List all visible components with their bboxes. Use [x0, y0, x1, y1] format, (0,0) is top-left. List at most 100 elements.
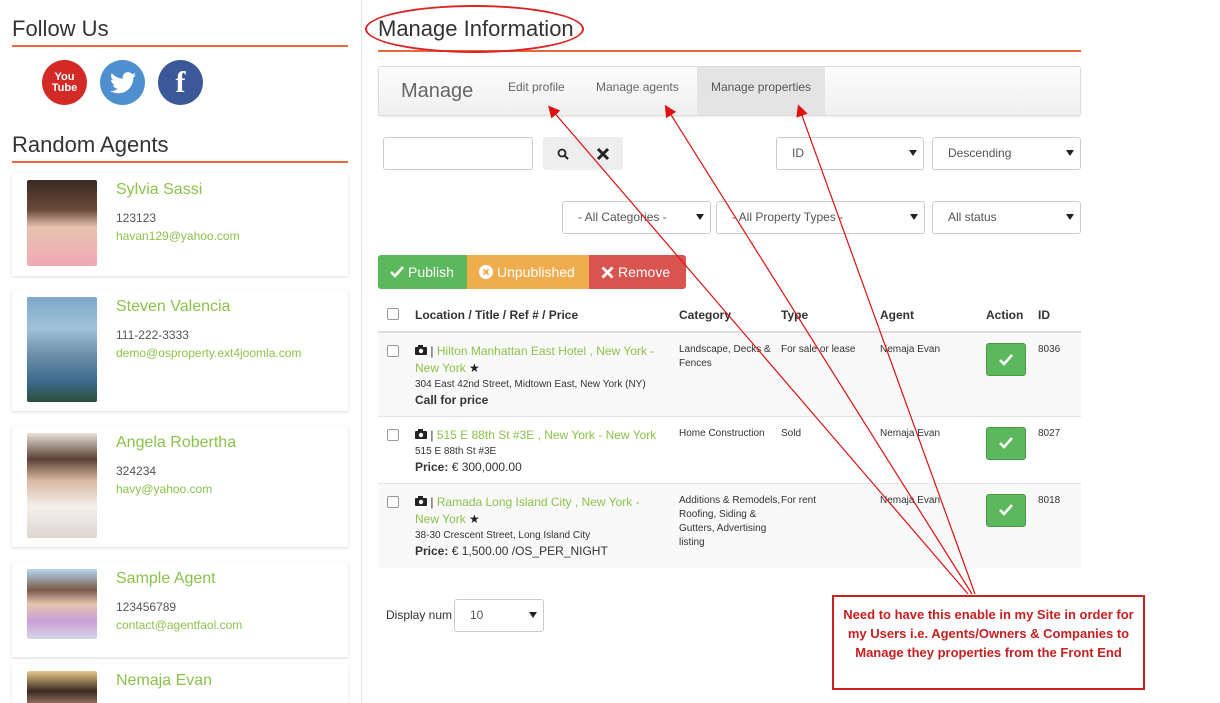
camera-icon — [415, 345, 427, 355]
agent-email[interactable]: havan129@yahoo.com — [116, 229, 240, 243]
property-type: For rent — [781, 482, 880, 568]
navbar-brand[interactable]: Manage — [401, 80, 473, 103]
agent-phone: 111-222-3333 — [116, 328, 189, 342]
manage-navbar: Manage Edit profile Manage agents Manage… — [378, 66, 1081, 116]
property-title-line1[interactable]: Ramada Long Island City , New York - — [437, 495, 640, 509]
property-price: Price: € 300,000.00 — [415, 460, 679, 474]
property-price: Price: € 1,500.00 /OS_PER_NIGHT — [415, 544, 679, 558]
agent-card[interactable]: Nemaja Evan — [12, 664, 348, 703]
tab-edit-profile[interactable]: Edit profile — [494, 67, 579, 115]
agent-card[interactable]: Angela Robertha 324234 havy@yahoo.com — [12, 426, 348, 547]
approve-button[interactable] — [986, 343, 1026, 376]
sort-order-value: Descending — [948, 146, 1012, 160]
bulk-actions: Publish Unpublished Remove — [378, 255, 686, 289]
title-separator: | — [430, 494, 434, 509]
property-address: 515 E 88th St #3E — [415, 445, 497, 457]
property-title-line2[interactable]: New York — [415, 361, 466, 375]
social-links: You Tube f — [42, 60, 203, 105]
camera-icon — [415, 428, 427, 439]
property-agent: Nemaja Evan — [880, 415, 986, 483]
search-icon[interactable] — [543, 137, 583, 170]
agent-card[interactable]: Sylvia Sassi 123123 havan129@yahoo.com — [12, 173, 348, 276]
row-checkbox[interactable] — [387, 428, 399, 441]
property-id: 8018 — [1038, 482, 1081, 568]
clear-icon[interactable] — [583, 137, 623, 170]
property-title[interactable]: | 515 E 88th St #3E , New York - New Yor… — [415, 427, 679, 444]
agent-email[interactable]: contact@agentfaol.com — [116, 618, 242, 632]
price-label: Call for price — [415, 393, 489, 407]
annotation-note: Need to have this enable in my Site in o… — [832, 595, 1145, 690]
property-title-line1[interactable]: Hilton Manhattan East Hotel , New York - — [437, 344, 654, 358]
title-separator: | — [430, 427, 434, 442]
agent-card[interactable]: Steven Valencia 111-222-3333 demo@osprop… — [12, 290, 348, 411]
sort-by-select[interactable]: ID — [776, 137, 924, 170]
col-category[interactable]: Category — [679, 298, 781, 333]
approve-button[interactable] — [986, 426, 1026, 460]
agent-phone: 324234 — [116, 464, 157, 478]
tab-manage-agents[interactable]: Manage agents — [582, 67, 693, 115]
approve-cell — [986, 482, 1038, 568]
facebook-label: f — [175, 65, 186, 99]
check-icon — [999, 353, 1013, 366]
agent-name[interactable]: Angela Robertha — [116, 434, 236, 452]
agent-name[interactable]: Nemaja Evan — [116, 672, 212, 690]
agent-email[interactable]: havy@yahoo.com — [116, 482, 212, 496]
title-highlight-oval — [365, 5, 584, 53]
display-num-select[interactable]: 10 — [454, 599, 544, 632]
twitter-icon[interactable] — [100, 60, 145, 105]
remove-button[interactable]: Remove — [589, 255, 686, 289]
property-address: 38-30 Crescent Street, Long Island City — [415, 529, 591, 541]
display-num-label: Display num — [386, 608, 453, 622]
remove-label: Remove — [618, 264, 671, 280]
close-icon — [601, 266, 614, 278]
agent-photo — [27, 180, 97, 266]
agent-phone: 123123 — [116, 211, 157, 225]
property-address: 304 East 42nd Street, Midtown East, New … — [415, 379, 646, 390]
col-type[interactable]: Type — [781, 298, 880, 333]
property-info-cell: | Ramada Long Island City , New York - Ne… — [408, 482, 679, 568]
property-category: Landscape, Decks & Fences — [679, 331, 781, 416]
agent-name[interactable]: Sample Agent — [116, 570, 216, 588]
publish-button[interactable]: Publish — [378, 255, 467, 289]
approve-button[interactable] — [986, 493, 1026, 527]
price-label: Price: — [415, 543, 449, 558]
title-separator: | — [430, 344, 434, 358]
row-checkbox[interactable] — [387, 495, 399, 508]
property-agent: Nemaja Evan — [880, 331, 986, 416]
col-location[interactable]: Location / Title / Ref # / Price — [408, 298, 679, 333]
youtube-icon[interactable]: You Tube — [42, 60, 87, 105]
featured-star-icon: ★ — [469, 361, 480, 375]
row-checkbox-cell — [378, 482, 408, 568]
agent-card[interactable]: Sample Agent 123456789 contact@agentfaol… — [12, 562, 348, 657]
select-all-cell — [378, 298, 408, 333]
agent-name[interactable]: Steven Valencia — [116, 298, 230, 316]
select-all-checkbox[interactable] — [387, 308, 399, 320]
property-agent: Nemaja Evan — [880, 482, 986, 568]
agent-name[interactable]: Sylvia Sassi — [116, 181, 202, 199]
property-type-filter-value: - All Property Types - — [732, 210, 844, 224]
property-type: Sold — [781, 415, 880, 483]
property-title[interactable]: | Hilton Manhattan East Hotel , New York… — [415, 343, 679, 377]
facebook-icon[interactable]: f — [158, 60, 203, 105]
property-info-cell: | 515 E 88th St #3E , New York - New Yor… — [408, 415, 679, 483]
search-input[interactable] — [383, 137, 533, 170]
sort-order-select[interactable]: Descending — [932, 137, 1081, 170]
col-agent[interactable]: Agent — [880, 298, 986, 333]
tab-manage-properties[interactable]: Manage properties — [697, 67, 826, 115]
approve-cell — [986, 331, 1038, 416]
col-action: Action — [986, 298, 1038, 333]
x-circle-icon — [479, 265, 493, 279]
property-type-filter-select[interactable]: - All Property Types - — [716, 201, 925, 234]
search-button-group — [543, 137, 623, 170]
col-id[interactable]: ID — [1038, 298, 1081, 333]
agent-email[interactable]: demo@osproperty.ext4joomla.com — [116, 346, 301, 360]
property-title-line2[interactable]: New York — [415, 512, 466, 526]
unpublished-button[interactable]: Unpublished — [467, 255, 589, 289]
status-filter-select[interactable]: All status — [932, 201, 1081, 234]
row-checkbox[interactable] — [387, 345, 399, 357]
category-filter-select[interactable]: - All Categories - — [562, 201, 711, 234]
property-title-line1[interactable]: 515 E 88th St #3E , New York - New York — [437, 428, 656, 442]
status-filter-value: All status — [948, 210, 997, 224]
property-title[interactable]: | Ramada Long Island City , New York - Ne… — [415, 494, 679, 528]
property-id: 8036 — [1038, 331, 1081, 416]
